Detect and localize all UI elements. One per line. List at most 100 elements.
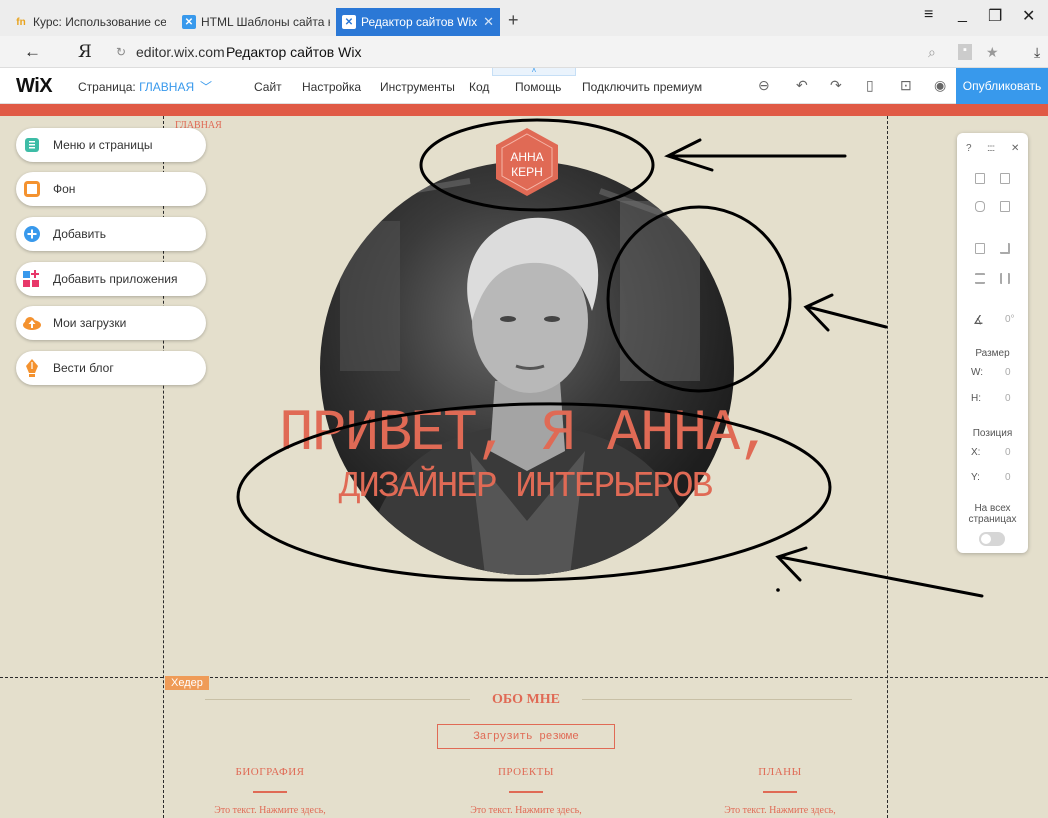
distribute-icon[interactable] <box>975 273 985 284</box>
size-label: Размер <box>975 348 1010 359</box>
column-text[interactable]: Это текст. Нажмите здесь, <box>426 805 626 816</box>
match-size-icon[interactable] <box>1000 273 1010 284</box>
about-divider-left <box>205 699 470 700</box>
wix-logo: WiX <box>16 75 53 97</box>
undo-icon[interactable]: ↶ <box>796 77 808 94</box>
close-window-icon[interactable]: ✕ <box>1022 6 1035 26</box>
add-apps-button[interactable]: Добавить приложения <box>16 262 206 296</box>
add-label: Добавить <box>53 227 107 241</box>
page-selector[interactable]: Страница: ГЛАВНАЯ <box>78 80 194 94</box>
paste-icon[interactable] <box>1000 173 1010 184</box>
header-guide-line <box>0 677 1048 678</box>
search-icon[interactable]: ⌕ <box>928 44 936 61</box>
help-icon[interactable]: ? <box>966 143 972 154</box>
download-icon[interactable]: ⤓ <box>1034 44 1040 61</box>
column-title[interactable]: ПРОЕКТЫ <box>426 766 626 778</box>
background-button[interactable]: Фон <box>16 172 206 206</box>
browser-tab-wix-editor[interactable]: ✕ Редактор сайтов Wix ✕ <box>336 8 500 36</box>
show-on-all-pages-label: На всех страницах <box>968 503 1017 525</box>
logo-badge-text: АННА КЕРН <box>496 150 558 180</box>
tab-title: Редактор сайтов Wix <box>361 15 478 29</box>
minimize-icon[interactable]: _ <box>958 6 967 24</box>
new-tab-button[interactable]: + <box>508 10 519 31</box>
reload-icon[interactable]: ↻ <box>116 45 126 59</box>
tab-title: HTML Шаблоны сайта на т <box>201 15 330 29</box>
back-arrow-icon[interactable]: ← <box>24 42 41 62</box>
lock-icon[interactable]: ▪ <box>958 44 972 60</box>
about-title[interactable]: ОБО МНЕ <box>470 692 582 708</box>
yandex-logo[interactable]: Я <box>78 42 92 62</box>
width-input[interactable]: 0 <box>1005 367 1011 378</box>
publish-button[interactable]: Опубликовать <box>956 68 1048 104</box>
preview-eye-icon[interactable]: ◉ <box>934 77 946 94</box>
column-title[interactable]: БИОГРАФИЯ <box>170 766 370 778</box>
arrange-icon[interactable] <box>975 243 985 254</box>
menu-help[interactable]: Помощь <box>515 80 561 94</box>
background-icon <box>23 180 41 198</box>
column-title[interactable]: ПЛАНЫ <box>680 766 880 778</box>
drag-handle-icon[interactable]: :::: <box>987 143 995 154</box>
rotation-value[interactable]: 0° <box>1005 314 1015 325</box>
column-text[interactable]: Это текст. Нажмите здесь, <box>170 805 370 816</box>
wix-icon: ✕ <box>342 15 356 29</box>
hero-portrait-image[interactable] <box>320 161 734 575</box>
blog-button[interactable]: Вести блог <box>16 351 206 385</box>
hero-subheading[interactable]: ДИЗАЙНЕР ИНТЕРЬЕРОВ <box>160 466 890 507</box>
width-label: W: <box>971 367 984 378</box>
close-icon[interactable]: ✕ <box>1011 143 1019 154</box>
close-tab-icon[interactable]: ✕ <box>477 14 494 30</box>
rotate-icon[interactable]: ∡ <box>973 313 984 327</box>
menu-site[interactable]: Сайт <box>254 80 282 94</box>
apps-icon <box>23 270 41 288</box>
copy-icon[interactable] <box>975 173 985 184</box>
blog-label: Вести блог <box>53 361 114 375</box>
url-page-title: Редактор сайтов Wix <box>226 43 362 60</box>
my-uploads-button[interactable]: Мои загрузки <box>16 306 206 340</box>
collapse-toolbar-tab[interactable]: ˄ <box>492 67 576 76</box>
menu-settings[interactable]: Настройка <box>302 80 361 94</box>
menu-tools[interactable]: Инструменты <box>380 80 455 94</box>
page-name: ГЛАВНАЯ <box>139 80 195 94</box>
portrait-illustration <box>340 178 712 575</box>
menu-code[interactable]: Код <box>469 80 489 94</box>
zoom-icon[interactable]: ⊖ <box>758 77 770 94</box>
mobile-view-icon[interactable]: ▯ <box>866 77 874 94</box>
badge-line-2: КЕРН <box>511 165 543 179</box>
hero-heading[interactable]: ПРИВЕТ, Я АННА, <box>160 402 890 467</box>
browser-tab-templates[interactable]: ✕ HTML Шаблоны сайта на т <box>176 8 336 36</box>
add-button[interactable]: Добавить <box>16 217 206 251</box>
delete-icon[interactable] <box>1000 201 1010 212</box>
column-text[interactable]: Это текст. Нажмите здесь, <box>680 805 880 816</box>
save-icon[interactable]: ⊡ <box>900 77 912 94</box>
url-domain[interactable]: editor.wix.com <box>136 44 225 60</box>
browser-tab-bar: fn Курс: Использование серв ✕ HTML Шабло… <box>0 0 1048 36</box>
restore-icon[interactable]: ❐ <box>988 6 1002 26</box>
duplicate-icon[interactable] <box>975 201 985 212</box>
background-label: Фон <box>53 182 76 196</box>
redo-icon[interactable]: ↷ <box>830 77 842 94</box>
wix-icon: ✕ <box>182 15 196 29</box>
star-icon[interactable]: ★ <box>986 44 999 61</box>
pages-menu-button[interactable]: Меню и страницы <box>16 128 206 162</box>
x-label: X: <box>971 447 981 458</box>
y-input[interactable]: 0 <box>1005 472 1011 483</box>
courses-icon: fn <box>16 16 26 28</box>
position-label: Позиция <box>972 428 1013 439</box>
site-top-stripe <box>0 104 1048 116</box>
height-input[interactable]: 0 <box>1005 393 1011 404</box>
my-uploads-label: Мои загрузки <box>53 316 127 330</box>
column-underline <box>763 791 797 793</box>
x-input[interactable]: 0 <box>1005 447 1011 458</box>
upload-icon <box>23 314 41 332</box>
menu-icon[interactable]: ≡ <box>924 6 933 24</box>
chevron-down-icon[interactable]: ﹀ <box>200 78 212 95</box>
height-label: H: <box>971 393 981 404</box>
show-on-all-pages-toggle[interactable] <box>979 532 1005 546</box>
column-plans: ПЛАНЫ Это текст. Нажмите здесь, <box>680 766 880 816</box>
header-section-tag[interactable]: Хедер <box>165 676 209 690</box>
menu-upgrade[interactable]: Подключить премиум <box>582 80 702 94</box>
browser-tab-courses[interactable]: fn Курс: Использование серв <box>8 8 172 36</box>
badge-line-1: АННА <box>510 150 544 164</box>
align-icon[interactable] <box>1000 243 1010 254</box>
download-resume-button[interactable]: Загрузить резюме <box>437 724 615 749</box>
